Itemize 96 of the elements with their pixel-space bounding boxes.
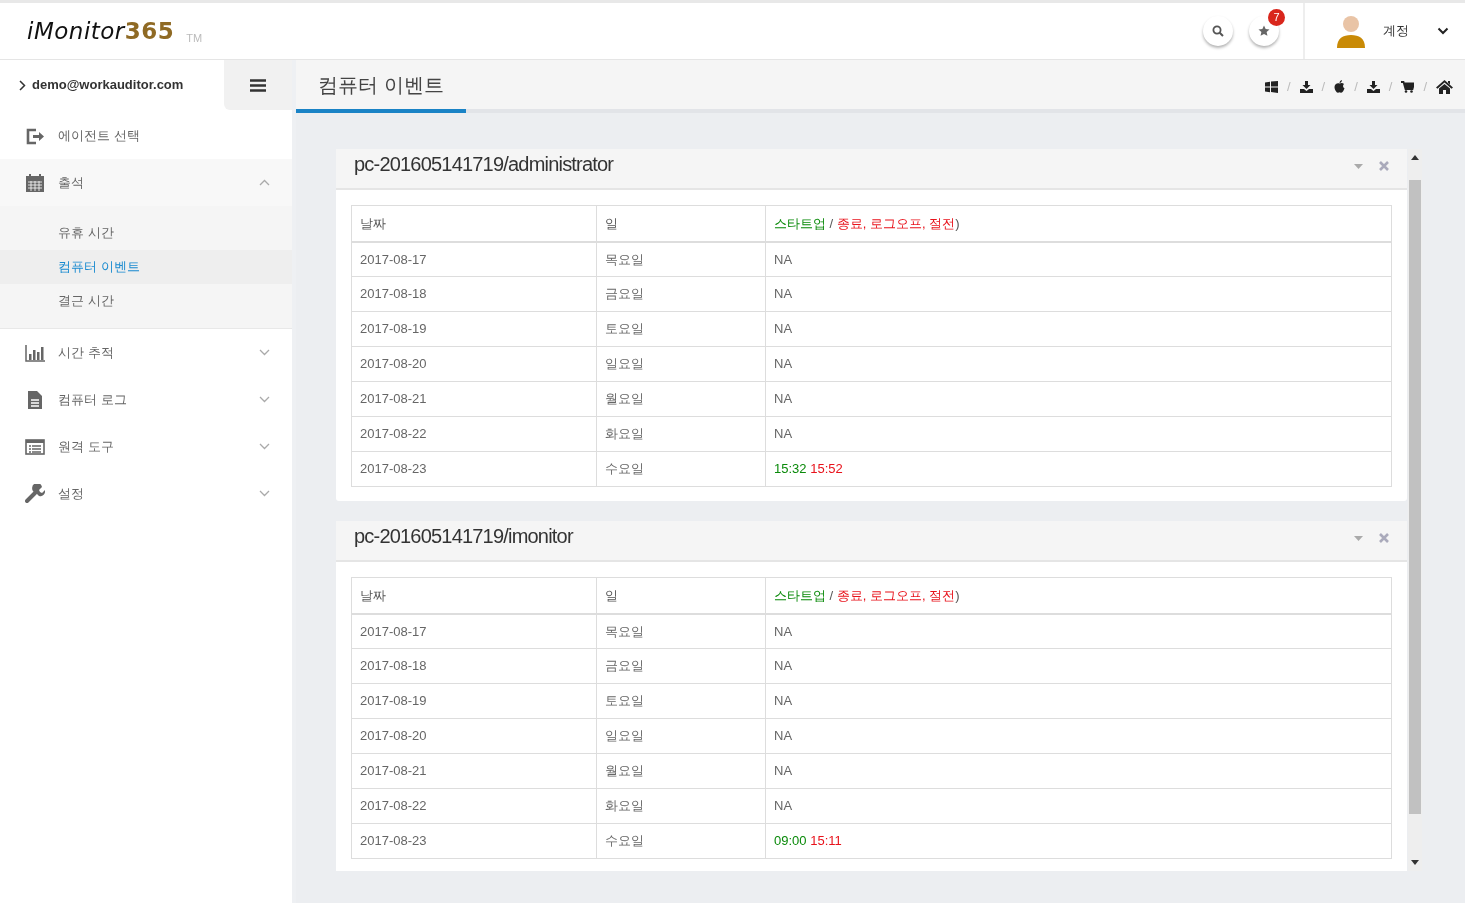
chevron-right-icon: [19, 79, 26, 91]
submenu-item[interactable]: 결근 시간: [0, 284, 292, 318]
user-email: demo@workauditor.com: [32, 76, 184, 95]
table-cell: 토요일: [596, 311, 766, 347]
table-cell: 월요일: [596, 753, 766, 789]
table-cell: NA: [765, 416, 1392, 452]
table-cell: 2017-08-22: [351, 416, 597, 452]
document-icon: [25, 389, 45, 410]
table-cell: 2017-08-18: [351, 276, 597, 312]
table-cell: 월요일: [596, 381, 766, 417]
menu-item[interactable]: 컴퓨터 로그: [0, 376, 292, 423]
menu-icon: [250, 79, 266, 93]
notification-badge: 7: [1268, 9, 1285, 26]
scroll-up-icon[interactable]: [1411, 155, 1419, 160]
table-cell: 15:32 15:52: [765, 451, 1392, 487]
calendar-icon: [25, 172, 45, 193]
panel-title: pc-201605141719/administrator: [354, 152, 614, 177]
column-header: 스타트업 / 종료, 로그오프, 절전): [765, 205, 1392, 242]
table-cell: 2017-08-17: [351, 241, 597, 277]
menu-button[interactable]: [224, 60, 292, 110]
table-cell: NA: [765, 346, 1392, 382]
account-menu[interactable]: 계정: [1383, 21, 1433, 41]
wrench-icon: [25, 483, 45, 504]
table-cell: 수요일: [596, 823, 766, 859]
table-cell: 화요일: [596, 788, 766, 824]
table-cell: NA: [765, 788, 1392, 824]
table-cell: 2017-08-22: [351, 788, 597, 824]
table-cell: 2017-08-19: [351, 683, 597, 719]
table-cell: 일요일: [596, 718, 766, 754]
breadcrumb-separator: /: [1286, 77, 1291, 96]
breadcrumb-separator: /: [1321, 77, 1326, 96]
chevron-up-icon: [259, 179, 270, 186]
column-header: 날짜: [351, 577, 597, 614]
download-icon[interactable]: [1299, 80, 1313, 93]
table-cell: NA: [765, 311, 1392, 347]
windows-icon[interactable]: [1264, 80, 1278, 93]
table-cell: 일요일: [596, 346, 766, 382]
table-cell: 2017-08-19: [351, 311, 597, 347]
column-header: 스타트업 / 종료, 로그오프, 절전): [765, 577, 1392, 614]
table-cell: NA: [765, 241, 1392, 277]
table-cell: NA: [765, 718, 1392, 754]
table-cell: 2017-08-20: [351, 718, 597, 754]
menu-item[interactable]: 설정: [0, 470, 292, 517]
chevron-down-icon[interactable]: [1437, 27, 1449, 35]
search-icon: [1212, 25, 1224, 37]
table-cell: 화요일: [596, 416, 766, 452]
table-cell: 목요일: [596, 241, 766, 277]
breadcrumb-separator: /: [1423, 77, 1427, 96]
table-cell: 금요일: [596, 648, 766, 684]
menu-item[interactable]: 에이전트 선택: [0, 112, 292, 159]
bar-chart-icon: [25, 342, 45, 363]
table-cell: NA: [765, 276, 1392, 312]
table-cell: 2017-08-21: [351, 381, 597, 417]
table-cell: 2017-08-23: [351, 823, 597, 859]
menu-item[interactable]: 시간 추적: [0, 329, 292, 376]
trademark-mark: TM: [186, 30, 203, 46]
table-cell: 2017-08-23: [351, 451, 597, 487]
table-cell: NA: [765, 648, 1392, 684]
table-cell: 09:00 15:11: [765, 823, 1392, 859]
download-icon[interactable]: [1366, 80, 1380, 93]
table-cell: NA: [765, 613, 1392, 649]
table-cell: NA: [765, 683, 1392, 719]
panel-title: pc-201605141719/imonitor: [354, 524, 573, 549]
chevron-down-icon: [259, 396, 270, 403]
table-cell: 수요일: [596, 451, 766, 487]
home-icon[interactable]: [1436, 79, 1453, 94]
chevron-down-icon: [259, 443, 270, 450]
table-cell: 목요일: [596, 613, 766, 649]
submenu-item[interactable]: 유휴 시간: [0, 216, 292, 250]
column-header: 날짜: [351, 205, 597, 242]
table-cell: NA: [765, 753, 1392, 789]
menu-item[interactable]: 출석: [0, 159, 292, 206]
avatar: [1335, 14, 1367, 48]
star-icon: [1258, 25, 1270, 37]
list-window-icon: [25, 436, 45, 457]
chevron-down-icon: [259, 490, 270, 497]
logo: iMonitor365: [27, 16, 175, 46]
table-cell: 금요일: [596, 276, 766, 312]
submenu-item[interactable]: 컴퓨터 이벤트: [0, 250, 292, 284]
search-button[interactable]: [1203, 16, 1233, 46]
table-cell: 2017-08-18: [351, 648, 597, 684]
column-header: 일: [596, 577, 766, 614]
scroll-down-icon[interactable]: [1411, 860, 1419, 865]
cart-icon[interactable]: [1401, 80, 1415, 93]
apple-icon[interactable]: [1334, 80, 1346, 93]
breadcrumb-separator: /: [1354, 77, 1358, 96]
table-cell: 2017-08-17: [351, 613, 597, 649]
table-cell: 토요일: [596, 683, 766, 719]
breadcrumb-separator: /: [1388, 77, 1393, 96]
table-cell: NA: [765, 381, 1392, 417]
column-header: 일: [596, 205, 766, 242]
page-title: 컴퓨터 이벤트: [296, 60, 466, 113]
table-cell: 2017-08-21: [351, 753, 597, 789]
table-cell: 2017-08-20: [351, 346, 597, 382]
menu-item[interactable]: 원격 도구: [0, 423, 292, 470]
chevron-down-icon: [259, 349, 270, 356]
